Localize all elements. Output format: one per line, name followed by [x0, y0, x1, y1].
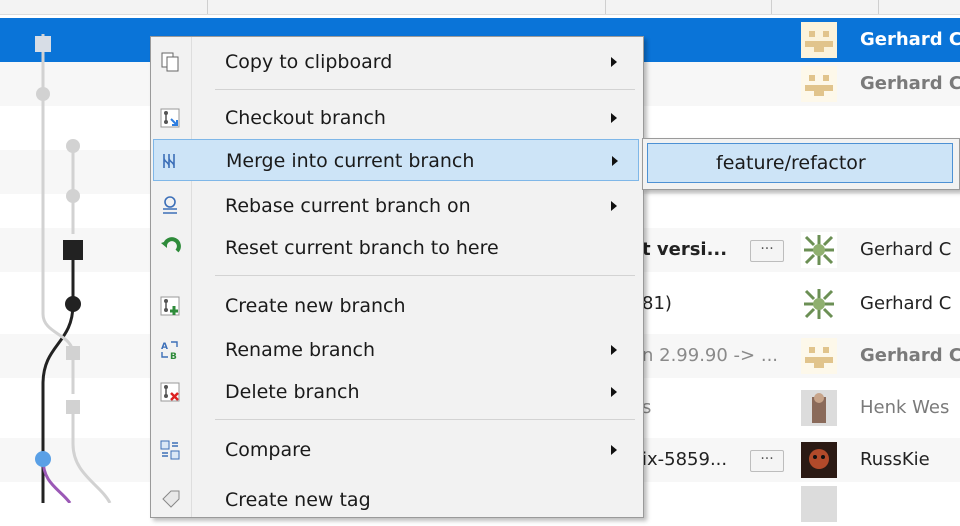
graph-node — [35, 451, 51, 467]
grid-header — [0, 0, 960, 15]
menu-separator — [215, 89, 635, 90]
menu-item-label: Rebase current branch on — [225, 195, 471, 217]
submenu-arrow-icon — [611, 345, 617, 355]
commit-message: t versi... — [642, 239, 728, 260]
menu-item-label: Rename branch — [225, 339, 376, 361]
author-avatar — [801, 486, 837, 522]
commit-author: Gerhard C — [860, 345, 960, 366]
submenu-arrow-icon — [611, 57, 617, 67]
commit-graph — [35, 34, 112, 503]
commit-author: Gerhard C — [860, 293, 952, 314]
delete-branch-icon — [160, 382, 180, 402]
author-avatar — [801, 286, 837, 322]
menu-item-label: Compare — [225, 439, 312, 461]
commit-message: 81) — [642, 293, 672, 314]
commit-message: n 2.99.90 -> ... — [642, 345, 779, 366]
merge-icon — [163, 154, 175, 168]
menu-item-label: Merge into current branch — [226, 150, 475, 172]
submenu-arrow-icon — [612, 156, 618, 166]
header-separator — [605, 0, 606, 14]
menu-item-checkout-branch[interactable]: Checkout branch — [151, 97, 643, 139]
header-separator — [207, 0, 208, 14]
menu-item-create-new-branch[interactable]: Create new branch — [151, 285, 643, 327]
svg-text:A: A — [161, 342, 168, 352]
graph-node — [66, 139, 80, 153]
commit-author: Gerhard C — [860, 239, 952, 260]
author-avatar — [801, 390, 837, 426]
commit-author: Gerhard C — [860, 29, 960, 50]
graph-node — [66, 189, 80, 203]
submenu-arrow-icon — [611, 445, 617, 455]
submenu-item-label: feature/refactor — [716, 152, 866, 174]
graph-node — [66, 346, 80, 360]
menu-item-label: Create new branch — [225, 295, 406, 317]
header-separator — [878, 0, 879, 14]
graph-node — [35, 36, 51, 52]
graph-node — [63, 240, 83, 260]
author-avatar — [801, 22, 837, 58]
submenu-arrow-icon — [611, 201, 617, 211]
menu-separator — [215, 419, 635, 420]
commit-author: Gerhard C — [860, 73, 960, 94]
menu-item-reset-current-branch[interactable]: Reset current branch to here — [151, 227, 643, 269]
submenu-arrow-icon — [611, 113, 617, 123]
menu-separator — [215, 275, 635, 276]
context-menu[interactable]: Copy to clipboard Checkout branch Merge … — [150, 36, 644, 518]
merge-submenu[interactable]: feature/refactor — [642, 138, 960, 190]
submenu-arrow-icon — [611, 387, 617, 397]
copy-icon — [161, 52, 179, 72]
compare-icon — [160, 440, 180, 460]
more-refs-button[interactable]: ··· — [750, 450, 784, 472]
menu-item-copy-to-clipboard[interactable]: Copy to clipboard — [151, 41, 643, 83]
header-separator — [771, 0, 772, 14]
graph-node — [66, 400, 80, 414]
author-avatar — [801, 232, 837, 268]
menu-item-label: Checkout branch — [225, 107, 386, 129]
reset-icon — [161, 237, 181, 253]
menu-item-create-new-tag[interactable]: Create new tag — [151, 479, 643, 521]
menu-item-delete-branch[interactable]: Delete branch — [151, 371, 643, 413]
menu-item-label: Copy to clipboard — [225, 51, 393, 73]
commit-author: Henk Wes — [860, 397, 950, 418]
author-avatar — [801, 66, 837, 102]
menu-item-label: Reset current branch to here — [225, 237, 499, 259]
author-avatar — [801, 442, 837, 478]
checkout-branch-icon — [160, 108, 180, 128]
tag-icon — [162, 490, 180, 508]
menu-item-compare[interactable]: Compare — [151, 429, 643, 471]
graph-node — [36, 87, 50, 101]
menu-item-label: Delete branch — [225, 381, 360, 403]
svg-text:B: B — [170, 352, 177, 361]
submenu-item-branch[interactable]: feature/refactor — [647, 143, 953, 183]
commit-message: ix-5859... — [642, 449, 728, 470]
menu-item-label: Create new tag — [225, 489, 371, 511]
create-branch-icon — [160, 296, 180, 316]
author-avatar — [801, 338, 837, 374]
menu-item-merge-into-current-branch[interactable]: Merge into current branch — [153, 139, 639, 181]
menu-item-rename-branch[interactable]: A B Rename branch — [151, 329, 643, 371]
menu-item-rebase-current-branch-on[interactable]: Rebase current branch on — [151, 185, 643, 227]
rebase-icon — [163, 196, 177, 214]
rename-branch-icon: A B — [161, 341, 178, 361]
more-refs-button[interactable]: ··· — [750, 240, 784, 262]
commit-author: RussKie — [860, 449, 930, 470]
